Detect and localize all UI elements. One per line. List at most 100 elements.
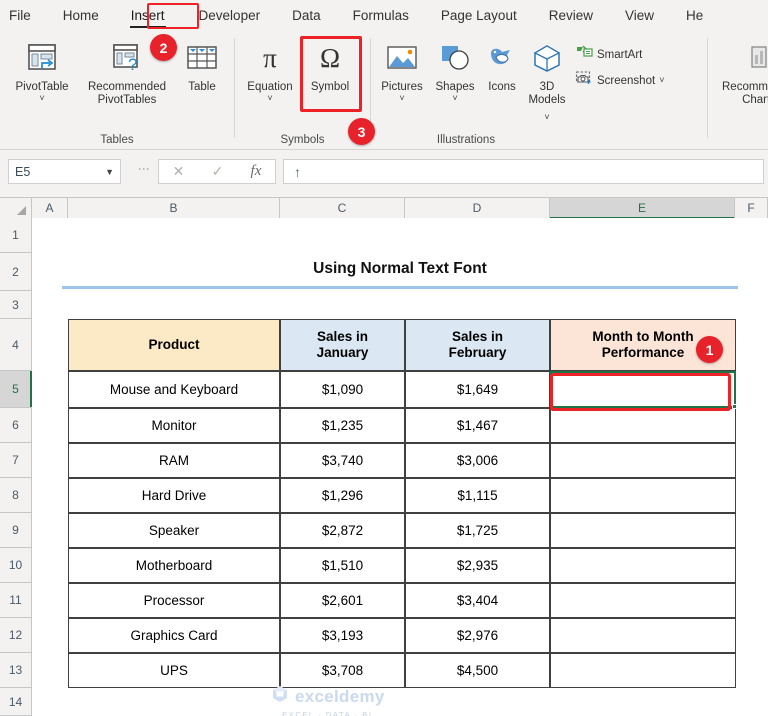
row-header-11[interactable]: 11 (0, 583, 32, 618)
screenshot-button[interactable]: Screenshot ˅ (575, 70, 664, 91)
table-row[interactable]: $2,935 (405, 548, 550, 583)
column-header-d[interactable]: D (405, 198, 550, 218)
pictures-caret-icon[interactable]: ˅ (375, 94, 429, 103)
table-row[interactable] (550, 513, 736, 548)
row-header-8[interactable]: 8 (0, 478, 32, 513)
table-header-product[interactable]: Product (68, 319, 280, 371)
worksheet-area[interactable]: Using Normal Text Font Product Sales in … (32, 218, 768, 716)
row-header-10[interactable]: 10 (0, 548, 32, 583)
row-header-5[interactable]: 5 (0, 371, 32, 408)
equation-button[interactable]: π Equation ˅ (241, 38, 299, 103)
row-header-10-label: 10 (8, 558, 23, 572)
table-row[interactable]: $1,296 (280, 478, 405, 513)
table-row[interactable]: $3,006 (405, 443, 550, 478)
row-header-14[interactable]: 14 (0, 688, 32, 716)
table-row[interactable]: RAM (68, 443, 280, 478)
name-box-dropdown-icon[interactable]: ▼ (105, 167, 114, 177)
name-box[interactable]: E5 ▼ (8, 159, 121, 184)
formula-bar-grip[interactable]: ⋮ (137, 163, 151, 175)
table-row[interactable]: $3,708 (280, 653, 405, 688)
table-row[interactable]: $4,500 (405, 653, 550, 688)
table-row[interactable] (550, 478, 736, 513)
table-row[interactable]: $3,740 (280, 443, 405, 478)
row-header-3[interactable]: 3 (0, 291, 32, 319)
table-row[interactable]: $1,467 (405, 408, 550, 443)
confirm-icon[interactable]: ✓ (212, 163, 224, 180)
table-row[interactable] (550, 443, 736, 478)
table-row[interactable] (550, 618, 736, 653)
pictures-button[interactable]: Pictures ˅ (375, 38, 429, 103)
screenshot-caret-icon[interactable]: ˅ (659, 76, 664, 85)
tab-review-label: Review (548, 7, 593, 23)
table-row[interactable]: $1,090 (280, 371, 405, 408)
fill-handle[interactable] (732, 404, 737, 409)
tab-review[interactable]: Review (540, 5, 602, 26)
table-row[interactable]: $2,872 (280, 513, 405, 548)
table-row[interactable]: $1,235 (280, 408, 405, 443)
recommended-charts-button[interactable]: Recommended Charts (722, 38, 768, 107)
row-header-9[interactable]: 9 (0, 513, 32, 548)
formula-input[interactable]: ↑ (283, 159, 764, 184)
shapes-button[interactable]: Shapes ˅ (429, 38, 481, 103)
table-row[interactable]: Speaker (68, 513, 280, 548)
tab-view[interactable]: View (616, 5, 663, 26)
smartart-button[interactable]: SmartArt (575, 44, 642, 65)
3d-models-caret-icon[interactable]: ˅ (544, 112, 549, 122)
pivottable-icon (6, 38, 78, 78)
tab-help[interactable]: He (677, 5, 712, 26)
insert-function-icon[interactable]: fx (251, 163, 262, 180)
table-row[interactable]: $1,649 (405, 371, 550, 408)
table-row[interactable]: $1,510 (280, 548, 405, 583)
row-header-4[interactable]: 4 (0, 319, 32, 371)
row-header-6-label: 6 (12, 418, 19, 432)
row-header-7[interactable]: 7 (0, 443, 32, 478)
table-row[interactable]: Mouse and Keyboard (68, 371, 280, 408)
column-header-a[interactable]: A (32, 198, 68, 218)
table-row[interactable]: UPS (68, 653, 280, 688)
table-row[interactable]: $1,115 (405, 478, 550, 513)
tab-home[interactable]: Home (54, 5, 108, 26)
table-row[interactable]: Motherboard (68, 548, 280, 583)
row-header-13[interactable]: 13 (0, 653, 32, 688)
table-row[interactable]: $2,976 (405, 618, 550, 653)
tab-developer[interactable]: Developer (190, 5, 270, 26)
equation-caret-icon[interactable]: ˅ (241, 94, 299, 103)
select-all-corner[interactable] (0, 198, 32, 218)
column-header-c[interactable]: C (280, 198, 405, 218)
pivottable-caret-icon[interactable]: ˅ (6, 94, 78, 103)
tab-page-layout[interactable]: Page Layout (432, 5, 526, 26)
table-row[interactable]: Hard Drive (68, 478, 280, 513)
tab-insert[interactable]: Insert (122, 5, 174, 28)
column-header-e[interactable]: E (550, 198, 735, 219)
table-header-sales-january[interactable]: Sales in January (280, 319, 405, 371)
row-header-2[interactable]: 2 (0, 253, 32, 291)
table-row[interactable] (550, 408, 736, 443)
tab-data[interactable]: Data (283, 5, 330, 26)
ribbon-tab-bar: File Home Insert Developer Data Formulas… (0, 0, 768, 30)
table-row[interactable] (550, 583, 736, 618)
table-row[interactable]: $3,193 (280, 618, 405, 653)
row-header-1[interactable]: 1 (0, 218, 32, 253)
row-header-6[interactable]: 6 (0, 408, 32, 443)
3d-models-button[interactable]: 3D Models ˅ (523, 38, 571, 125)
column-header-f[interactable]: F (735, 198, 768, 218)
table-row[interactable]: Graphics Card (68, 618, 280, 653)
table-row[interactable]: $3,404 (405, 583, 550, 618)
shapes-caret-icon[interactable]: ˅ (429, 94, 481, 103)
symbol-button[interactable]: Ω Symbol (301, 38, 359, 94)
table-row[interactable] (550, 653, 736, 688)
icons-button[interactable]: Icons (481, 38, 523, 94)
table-header-sales-february[interactable]: Sales in February (405, 319, 550, 371)
table-row[interactable]: Monitor (68, 408, 280, 443)
column-header-b[interactable]: B (68, 198, 280, 218)
table-row[interactable]: $1,725 (405, 513, 550, 548)
tab-formulas[interactable]: Formulas (344, 5, 418, 26)
table-row[interactable] (550, 548, 736, 583)
cancel-icon[interactable]: ✕ (173, 163, 185, 180)
table-row[interactable]: Processor (68, 583, 280, 618)
table-row[interactable]: $2,601 (280, 583, 405, 618)
table-button[interactable]: Table (178, 38, 226, 94)
pivottable-button[interactable]: PivotTable ˅ (6, 38, 78, 103)
row-header-12[interactable]: 12 (0, 618, 32, 653)
tab-file[interactable]: File (0, 5, 40, 26)
